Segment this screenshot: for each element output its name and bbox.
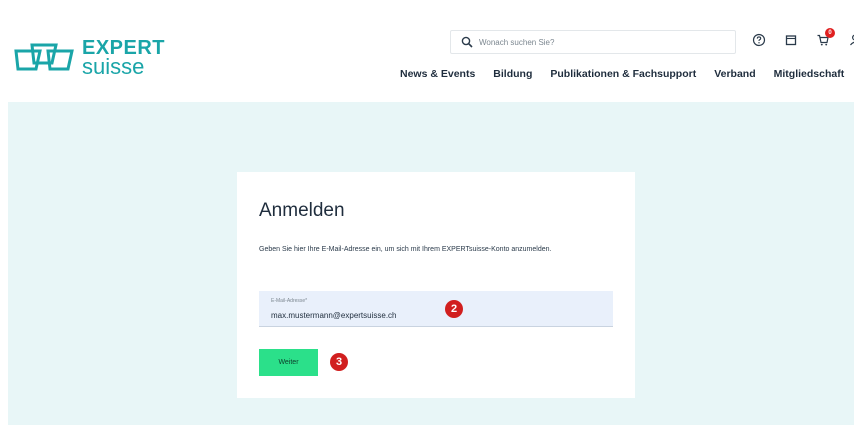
logo-text: EXPERT suisse <box>82 38 165 78</box>
page-title: Anmelden <box>259 200 345 221</box>
cart-icon[interactable]: 0 <box>816 28 835 47</box>
cart-count-badge: 0 <box>825 28 835 38</box>
nav-item-publikationen[interactable]: Publikationen & Fachsupport <box>550 68 696 80</box>
login-description: Geben Sie hier Ihre E-Mail-Adresse ein, … <box>259 246 552 253</box>
user-icon[interactable] <box>848 33 854 47</box>
logo[interactable]: EXPERT suisse <box>12 38 165 78</box>
logo-mark-icon <box>14 43 74 71</box>
annotation-marker-3: 3 <box>330 353 348 371</box>
nav-item-mitgliedschaft[interactable]: Mitgliedschaft <box>774 68 845 80</box>
calendar-icon[interactable] <box>784 33 798 47</box>
main-nav: News & Events Bildung Publikationen & Fa… <box>400 68 844 80</box>
continue-button[interactable]: Weiter <box>259 349 318 376</box>
email-field[interactable]: E-Mail-Adresse* <box>259 291 613 327</box>
logo-suisse: suisse <box>82 54 145 79</box>
annotation-marker-2: 2 <box>445 300 463 318</box>
site-header: EXPERT suisse Wonach suchen Sie? 0 News … <box>0 0 854 100</box>
nav-item-bildung[interactable]: Bildung <box>493 68 532 80</box>
search-input[interactable] <box>479 37 719 47</box>
nav-item-news-events[interactable]: News & Events <box>400 68 475 80</box>
email-input[interactable] <box>271 311 471 320</box>
header-icons: 0 <box>752 28 854 47</box>
login-card: Anmelden Geben Sie hier Ihre E-Mail-Adre… <box>237 172 635 398</box>
email-field-label: E-Mail-Adresse* <box>271 298 308 304</box>
search-icon <box>461 36 473 48</box>
nav-item-verband[interactable]: Verband <box>714 68 755 80</box>
search-box[interactable] <box>450 30 736 54</box>
help-icon[interactable] <box>752 33 766 47</box>
